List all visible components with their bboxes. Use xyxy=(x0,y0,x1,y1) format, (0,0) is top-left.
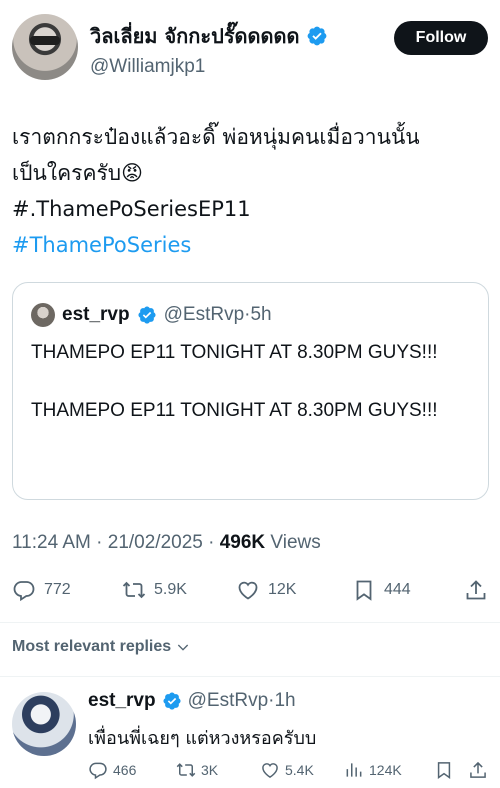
reply-views-count: 124K xyxy=(369,762,402,778)
verified-badge-icon xyxy=(163,692,181,710)
chevron-down-icon xyxy=(178,644,189,651)
reply-reply-button[interactable]: 466 xyxy=(88,760,136,780)
quoted-tweet-card[interactable]: est_rvp @EstRvp·5h THAMEPO EP11 TONIGHT … xyxy=(12,282,489,500)
tweet-text: เราตกกระป๋องแล้วอะดิ๊ พ่อหนุ่มคนเมื่อวาน… xyxy=(12,119,482,263)
reply-repost-button[interactable]: 3K xyxy=(176,760,218,780)
reply-bookmark-button[interactable] xyxy=(434,760,454,780)
repost-button[interactable]: 5.9K xyxy=(122,578,187,602)
share-icon xyxy=(466,580,486,600)
reply-reply-count: 466 xyxy=(113,762,137,778)
reply-author-meta: @EstRvp·1h xyxy=(187,690,296,711)
reply-text: เพื่อนพี่เฉยๆ แต่หวงหรอครับบ xyxy=(88,728,317,749)
reply-share-button[interactable] xyxy=(468,760,488,780)
divider xyxy=(0,676,500,677)
reply-like-button[interactable]: 5.4K xyxy=(260,760,314,780)
reply-author-name[interactable]: est_rvp xyxy=(88,690,156,712)
bookmark-icon xyxy=(356,580,372,601)
reply-icon xyxy=(13,581,35,602)
author-display-name-text[interactable]: วิลเลี่ยม จักกะปรั๊ดดดดด xyxy=(90,20,300,52)
quoted-tweet-body: THAMEPO EP11 TONIGHT AT 8.30PM GUYS!!! T… xyxy=(31,338,471,454)
reply-count: 772 xyxy=(44,581,71,598)
quoted-author-avatar xyxy=(31,303,55,327)
reply-sort-label: Most relevant replies xyxy=(12,638,172,655)
reply-tweet[interactable]: est_rvp @EstRvp·1h เพื่อนพี่เฉยๆ แต่หวงห… xyxy=(12,690,488,788)
reply-views-button[interactable]: 124K xyxy=(344,760,402,780)
quoted-tweet-paragraph: THAMEPO EP11 TONIGHT AT 8.30PM GUYS!!! xyxy=(31,400,438,421)
repost-icon xyxy=(122,581,146,599)
quoted-tweet-paragraph: THAMEPO EP11 TONIGHT AT 8.30PM GUYS!!! xyxy=(31,342,438,363)
reply-like-count: 5.4K xyxy=(285,762,314,778)
reply-author-avatar[interactable] xyxy=(12,692,76,756)
views-count: 496K xyxy=(219,532,266,553)
tweet-text-line: #.ThamePoSeriesEP11 xyxy=(12,197,251,221)
tweet-action-bar: 772 5.9K 12K 444 xyxy=(12,578,488,608)
divider xyxy=(0,622,500,623)
verified-badge-icon xyxy=(307,26,326,46)
tweet-text-line: เราตกกระป๋องแล้วอะดิ๊ พ่อหนุ่มคนเมื่อวาน… xyxy=(12,125,420,149)
reply-button[interactable]: 772 xyxy=(12,578,71,602)
heart-icon xyxy=(238,581,258,600)
analytics-icon xyxy=(346,763,362,777)
author-avatar[interactable] xyxy=(12,14,78,80)
bookmark-icon xyxy=(437,762,451,779)
repost-icon xyxy=(176,763,196,777)
hashtag-link[interactable]: #ThamePoSeries xyxy=(12,227,482,263)
reply-header: est_rvp @EstRvp·1h xyxy=(88,690,296,712)
share-icon xyxy=(470,761,486,778)
timestamp-date[interactable]: 11:24 AM · 21/02/2025 · xyxy=(12,532,220,553)
repost-count: 5.9K xyxy=(154,581,187,598)
quoted-tweet-header: est_rvp @EstRvp·5h xyxy=(31,303,272,327)
share-button[interactable] xyxy=(464,578,488,602)
like-count: 12K xyxy=(268,581,297,598)
author-handle[interactable]: @Williamjkp1 xyxy=(90,56,328,78)
verified-badge-icon xyxy=(138,306,156,324)
bookmark-button[interactable]: 444 xyxy=(352,578,411,602)
quoted-author-name: est_rvp xyxy=(62,304,130,325)
author-display-name[interactable]: วิลเลี่ยม จักกะปรั๊ดดดดด xyxy=(90,20,328,52)
reply-icon xyxy=(89,762,107,780)
reply-repost-count: 3K xyxy=(201,762,219,778)
reply-action-bar: 466 3K 5.4K 124K xyxy=(88,760,488,782)
views-label: Views xyxy=(265,532,321,553)
tweet-timestamp: 11:24 AM · 21/02/2025 · 496K Views xyxy=(12,532,321,554)
tweet-text-line: เป็นใครครับ😡 xyxy=(12,161,143,185)
tweet-header: วิลเลี่ยม จักกะปรั๊ดดดดด @Williamjkp1 Fo… xyxy=(12,12,488,80)
heart-icon xyxy=(262,763,278,778)
reply-sort-selector[interactable]: Most relevant replies xyxy=(12,638,191,656)
like-button[interactable]: 12K xyxy=(236,578,296,602)
bookmark-count: 444 xyxy=(384,581,411,598)
quoted-author-meta: @EstRvp·5h xyxy=(163,304,272,325)
follow-button[interactable]: Follow xyxy=(394,21,488,55)
author-name-block: วิลเลี่ยม จักกะปรั๊ดดดดด @Williamjkp1 xyxy=(90,20,328,78)
